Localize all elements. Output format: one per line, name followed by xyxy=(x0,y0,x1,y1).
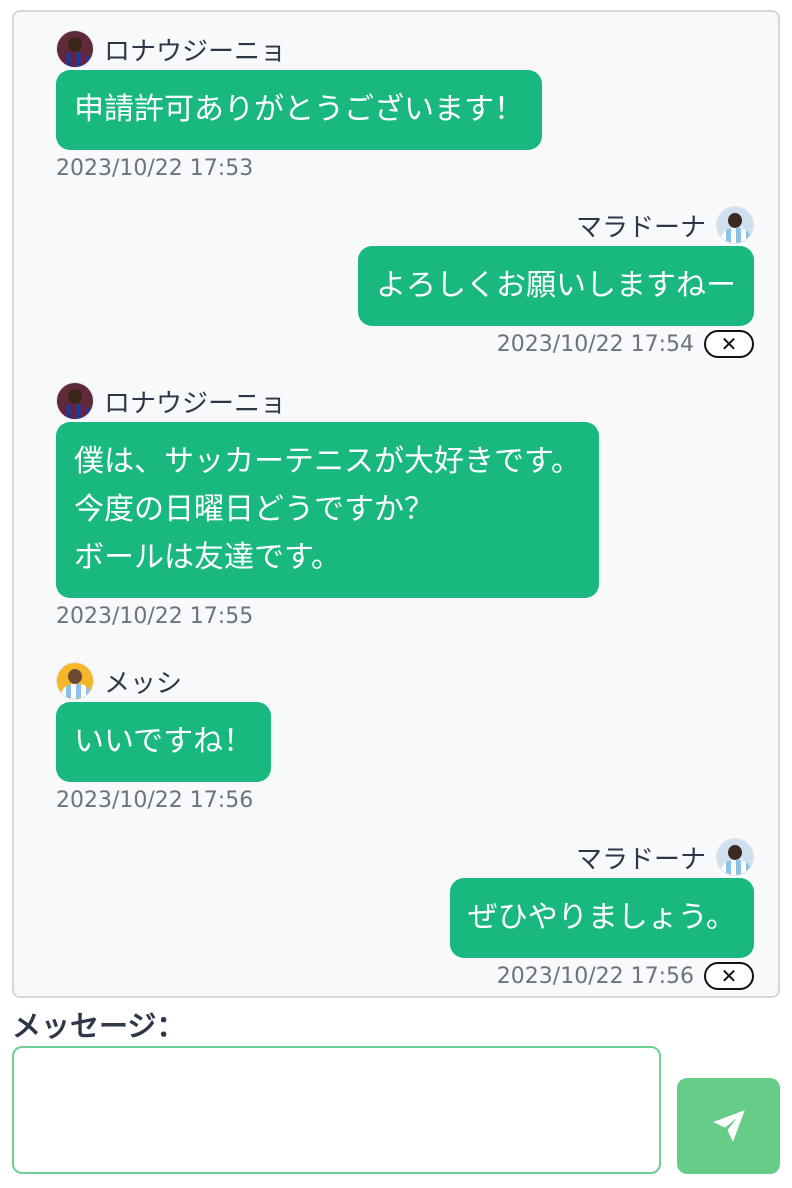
message-header: ロナウジーニョ xyxy=(56,382,599,420)
message-text: よろしくお願いしますねー xyxy=(376,268,736,303)
chat-message: ロナウジーニョ 申請許可ありがとうございます！ 2023/10/22 17:53 xyxy=(56,30,542,186)
close-icon: ✕ xyxy=(720,964,738,988)
sender-name: メッシ xyxy=(104,668,183,699)
sender-name: ロナウジーニョ xyxy=(104,36,287,67)
delete-message-button[interactable]: ✕ xyxy=(704,330,754,358)
chat-message: ロナウジーニョ 僕は、サッカーテニスが大好きです。 今度の日曜日どうですか？ ボ… xyxy=(56,382,599,634)
message-text: いいですね！ xyxy=(74,724,254,759)
message-header: ロナウジーニョ xyxy=(56,30,542,68)
message-timestamp: 2023/10/22 17:53 xyxy=(56,155,254,181)
maradona-avatar xyxy=(716,838,754,876)
ronaldinho-avatar xyxy=(56,382,94,420)
chat-message: マラドーナ ぜひやりましょう。 2023/10/22 17:56 ✕ xyxy=(449,838,754,994)
message-timestamp: 2023/10/22 17:56 xyxy=(496,963,694,989)
message-text-line: ボールは友達です。 xyxy=(74,540,341,575)
delete-message-button[interactable]: ✕ xyxy=(704,962,754,990)
paper-plane-icon xyxy=(712,1110,745,1142)
message-bubble: いいですね！ xyxy=(56,702,272,782)
message-meta: 2023/10/22 17:56 ✕ xyxy=(450,958,754,994)
message-text-line: 僕は、サッカーテニスが大好きです。 xyxy=(74,444,581,479)
message-text-line: 今度の日曜日どうですか？ xyxy=(74,492,434,527)
message-input[interactable] xyxy=(12,1046,661,1174)
ronaldinho-avatar xyxy=(56,30,94,68)
messi-avatar xyxy=(56,662,94,700)
sender-name: マラドーナ xyxy=(575,844,706,875)
chat-message-list[interactable]: ロナウジーニョ 申請許可ありがとうございます！ 2023/10/22 17:53… xyxy=(12,10,780,998)
message-meta: 2023/10/22 17:55 xyxy=(56,598,599,634)
message-header: マラドーナ xyxy=(358,206,754,244)
message-timestamp: 2023/10/22 17:56 xyxy=(56,787,254,813)
message-meta: 2023/10/22 17:54 ✕ xyxy=(358,326,754,362)
message-meta: 2023/10/22 17:56 xyxy=(56,782,271,818)
close-icon: ✕ xyxy=(720,332,738,356)
sender-name: ロナウジーニョ xyxy=(104,388,287,419)
chat-message: メッシ いいですね！ 2023/10/22 17:56 xyxy=(56,662,272,818)
message-meta: 2023/10/22 17:53 xyxy=(56,150,542,186)
message-text: 申請許可ありがとうございます！ xyxy=(74,92,524,127)
chat-message: マラドーナ よろしくお願いしますねー 2023/10/22 17:54 ✕ xyxy=(358,206,754,362)
message-timestamp: 2023/10/22 17:54 xyxy=(496,331,694,357)
message-header: メッシ xyxy=(56,662,271,700)
message-header: マラドーナ xyxy=(450,838,754,876)
sender-name: マラドーナ xyxy=(575,212,706,243)
maradona-avatar xyxy=(716,206,754,244)
message-timestamp: 2023/10/22 17:55 xyxy=(56,603,254,629)
message-bubble: よろしくお願いしますねー xyxy=(358,246,754,326)
message-bubble: 僕は、サッカーテニスが大好きです。 今度の日曜日どうですか？ ボールは友達です。 xyxy=(56,422,599,598)
send-button[interactable] xyxy=(677,1078,780,1174)
message-bubble: 申請許可ありがとうございます！ xyxy=(56,70,542,150)
message-text: ぜひやりましょう。 xyxy=(467,900,736,935)
message-bubble: ぜひやりましょう。 xyxy=(449,878,754,958)
message-label: メッセージ： xyxy=(12,1009,186,1043)
